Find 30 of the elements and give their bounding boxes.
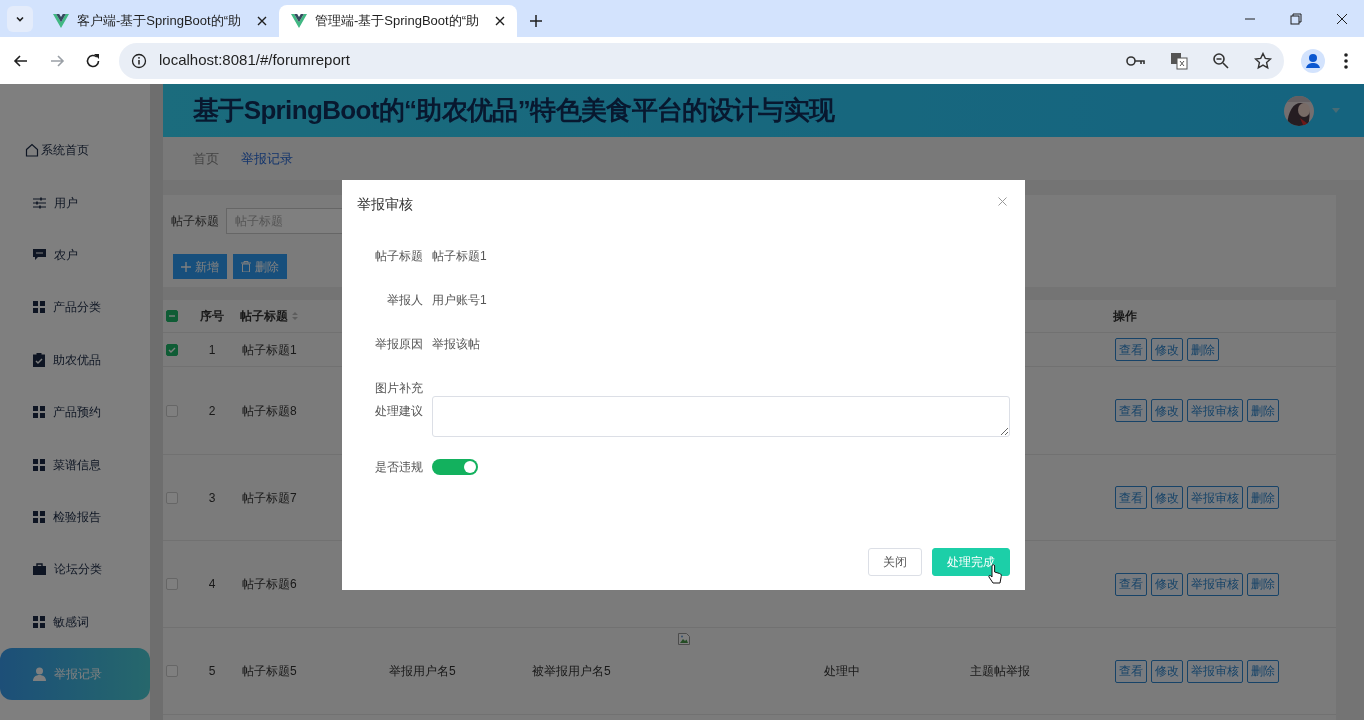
table-cell-text: 4: [208, 576, 216, 593]
table-cell-text: 主题帖举报: [970, 663, 1030, 680]
table-cell-text: 举报用户名5: [389, 663, 456, 680]
table-cell-text: 1: [208, 341, 216, 359]
table-cell-text: 帖子标题5: [242, 663, 297, 680]
table-cell-text: 帖子标题1: [242, 341, 297, 359]
app-title: 基于SpringBoot的“助农优品”特色美食平台的设计与实现: [193, 94, 835, 127]
field-label: 举报原因: [374, 336, 423, 353]
field-label: 举报人: [386, 292, 423, 309]
url-text: localhost:8081/#/forumreport: [159, 50, 351, 71]
field-label: 处理建议: [374, 403, 423, 420]
search-label: 帖子标题: [171, 213, 219, 230]
table-cell-text: 处理中: [824, 663, 860, 680]
field-label: 帖子标题: [374, 248, 423, 265]
field-value: 举报该帖: [432, 336, 480, 353]
tab-title: 管理端-基于SpringBoot的“助: [315, 12, 480, 31]
field-value: 帖子标题1: [432, 248, 487, 265]
table-cell-text: 5: [208, 663, 216, 680]
table-cell-text: 3: [208, 489, 216, 507]
column-header: 操作: [1113, 308, 1137, 325]
tab-title: 客户端-基于SpringBoot的“助: [77, 12, 242, 31]
table-cell-text: 被举报用户名5: [532, 663, 611, 680]
table-cell-text: 帖子标题7: [242, 489, 297, 507]
column-header: 序号: [200, 308, 224, 325]
table-cell-text: 帖子标题6: [242, 576, 297, 593]
field-label: 图片补充: [374, 380, 423, 397]
field-label: 是否违规: [374, 459, 423, 476]
field-value: 用户账号1: [432, 292, 487, 309]
table-cell-text: 2: [208, 402, 216, 420]
table-cell-text: 帖子标题8: [242, 402, 297, 420]
